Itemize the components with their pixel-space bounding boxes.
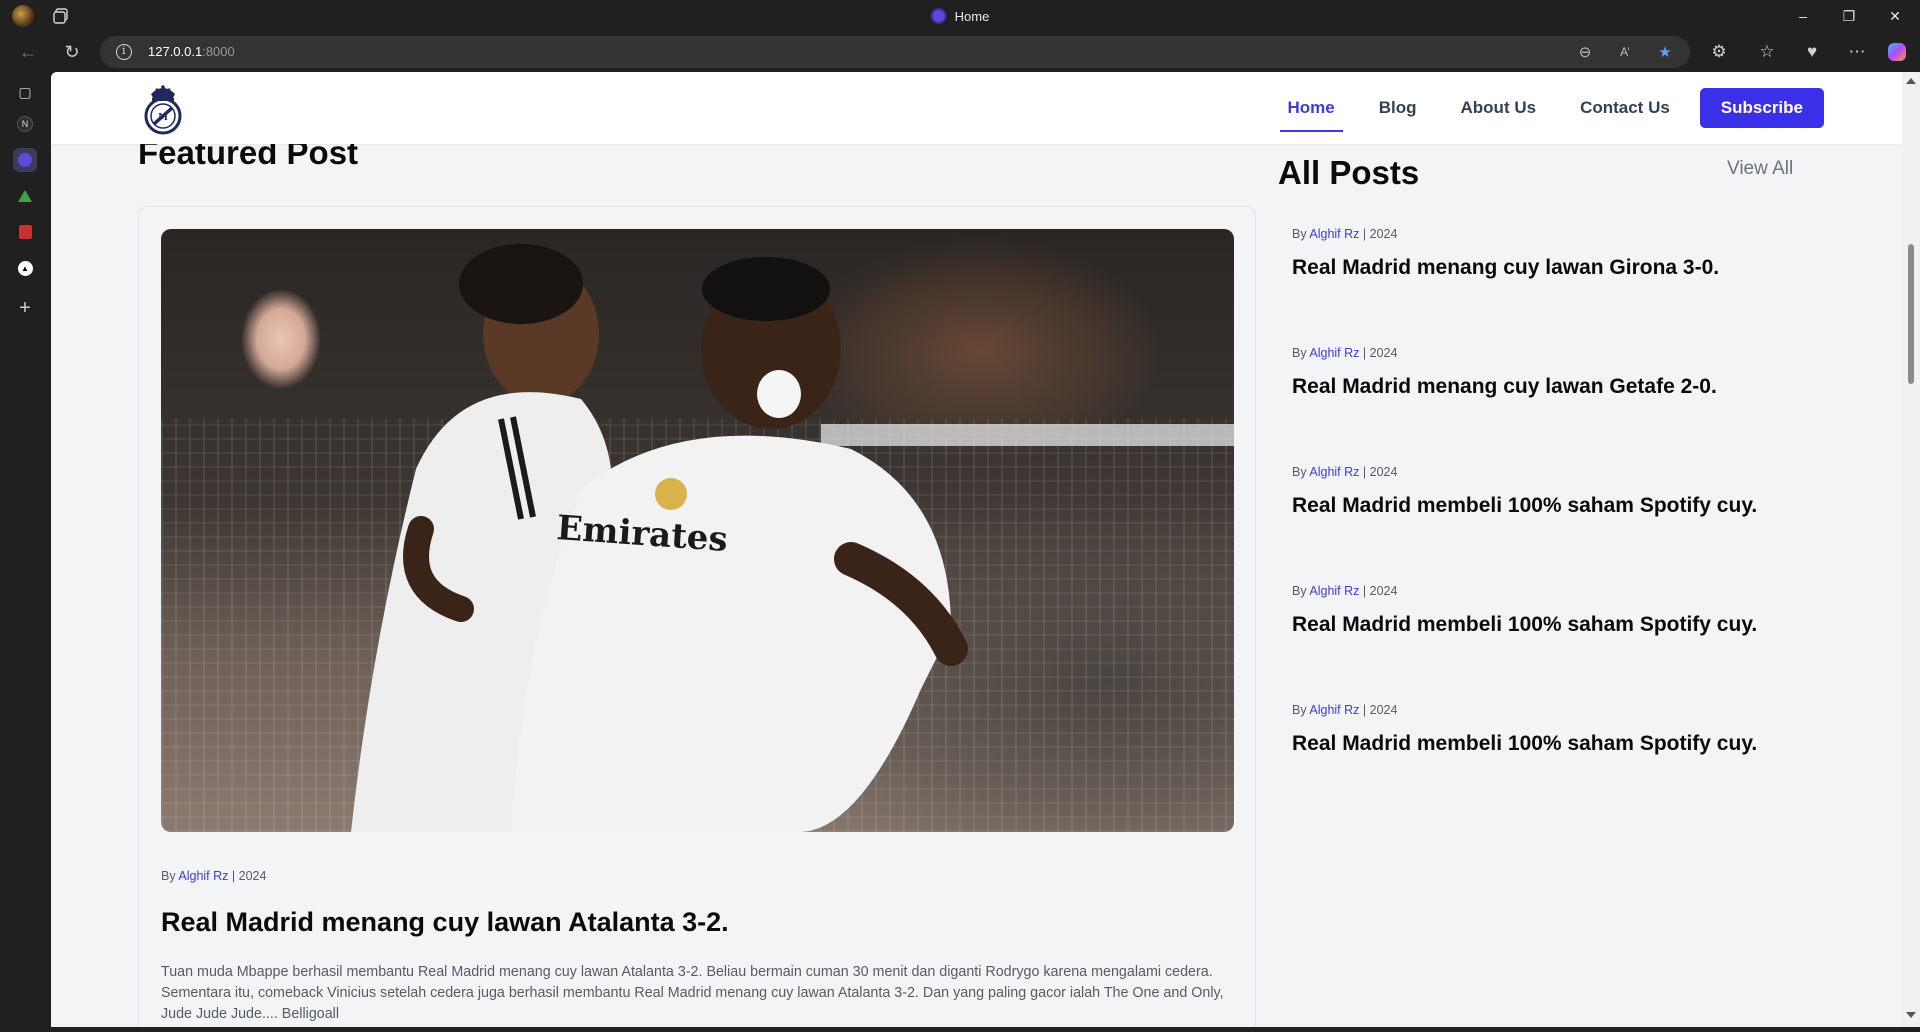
tab-favicon-icon bbox=[930, 8, 947, 24]
back-arrow-icon[interactable]: ← bbox=[16, 40, 40, 64]
minimize-button[interactable]: – bbox=[1780, 0, 1826, 32]
author-link[interactable]: Alghif Rz bbox=[178, 869, 228, 883]
favorites-icon[interactable]: ☆ bbox=[1755, 40, 1779, 64]
sidebar-tab-pdf-icon[interactable] bbox=[13, 220, 37, 244]
meta-separator: | bbox=[1362, 465, 1367, 479]
page-viewport: M Home Blog About Us Contact Us Subscrib… bbox=[51, 72, 1902, 1027]
real-madrid-logo[interactable]: M bbox=[141, 80, 185, 136]
browser-essentials-icon[interactable]: ♥ bbox=[1800, 40, 1824, 64]
address-bar[interactable]: 127.0.0.1:8000 ⊖ A’ ★ bbox=[100, 36, 1690, 68]
post-title[interactable]: Real Madrid menang cuy lawan Girona 3-0. bbox=[1292, 256, 1852, 280]
byline-label: By bbox=[1292, 703, 1307, 717]
sidebar-tab-drive-icon[interactable] bbox=[13, 184, 37, 208]
nav-about-link[interactable]: About Us bbox=[1457, 90, 1541, 126]
post-title[interactable]: Real Madrid menang cuy lawan Getafe 2-0. bbox=[1292, 375, 1852, 399]
site-info-icon[interactable] bbox=[116, 44, 132, 60]
author-link[interactable]: Alghif Rz bbox=[1309, 346, 1359, 360]
post-year: 2024 bbox=[1369, 584, 1398, 598]
copilot-icon[interactable] bbox=[1885, 40, 1909, 64]
post-title[interactable]: Real Madrid membeli 100% saham Spotify c… bbox=[1292, 732, 1852, 756]
browser-title-bar: Home – ❐ ✕ bbox=[0, 0, 1920, 32]
byline-label: By bbox=[1292, 227, 1307, 241]
featured-post-excerpt: Tuan muda Mbappe berhasil membantu Real … bbox=[161, 964, 1224, 1022]
browser-toolbar: ← ↻ 127.0.0.1:8000 ⊖ A’ ★ ⚙ ☆ ♥ ⋯ bbox=[0, 32, 1920, 72]
featured-post-meta: By Alghif Rz | 2024 bbox=[161, 869, 266, 883]
workspaces-icon[interactable] bbox=[52, 7, 70, 25]
all-posts-heading: All Posts bbox=[1278, 154, 1420, 191]
post-year: 2024 bbox=[1369, 703, 1398, 717]
post-meta: By Alghif Rz | 2024 bbox=[1292, 703, 1852, 717]
meta-separator: | bbox=[1362, 584, 1367, 598]
sidebar-tab-app-icon[interactable]: ▲ bbox=[13, 256, 37, 280]
post-meta: By Alghif Rz | 2024 bbox=[1292, 227, 1852, 241]
byline-label: By bbox=[1292, 346, 1307, 360]
zoom-out-icon[interactable]: ⊖ bbox=[1575, 42, 1595, 62]
featured-post-title[interactable]: Real Madrid menang cuy lawan Atalanta 3-… bbox=[161, 907, 729, 938]
browser-sidebar: ▢ N ▲ + bbox=[0, 72, 50, 1032]
featured-post-image[interactable]: Emirates bbox=[161, 229, 1234, 832]
page-scrollbar[interactable] bbox=[1902, 72, 1920, 1027]
list-item[interactable]: By Alghif Rz | 2024 Real Madrid menang c… bbox=[1292, 346, 1852, 399]
sidebar-tab-home-icon[interactable] bbox=[13, 148, 37, 172]
players-celebrating-graphic: Emirates bbox=[351, 244, 968, 832]
author-link[interactable]: Alghif Rz bbox=[1309, 584, 1359, 598]
post-title[interactable]: Real Madrid membeli 100% saham Spotify c… bbox=[1292, 494, 1852, 518]
author-link[interactable]: Alghif Rz bbox=[1309, 703, 1359, 717]
author-link[interactable]: Alghif Rz bbox=[1309, 227, 1359, 241]
scroll-down-arrow-icon[interactable] bbox=[1906, 1012, 1916, 1018]
site-header: M Home Blog About Us Contact Us Subscrib… bbox=[51, 72, 1902, 144]
byline-label: By bbox=[1292, 584, 1307, 598]
post-year: 2024 bbox=[238, 869, 267, 883]
tab-actions-icon[interactable]: ▢ bbox=[13, 80, 37, 104]
tab-title: Home bbox=[954, 8, 990, 24]
post-year: 2024 bbox=[1369, 227, 1398, 241]
restore-button[interactable]: ❐ bbox=[1826, 0, 1872, 32]
post-title[interactable]: Real Madrid membeli 100% saham Spotify c… bbox=[1292, 613, 1852, 637]
main-nav: Home Blog About Us Contact Us Subscribe bbox=[1248, 88, 1824, 132]
nav-home-link[interactable]: Home bbox=[1279, 90, 1343, 132]
scroll-up-arrow-icon[interactable] bbox=[1906, 78, 1916, 84]
nav-blog-link[interactable]: Blog bbox=[1375, 90, 1421, 126]
meta-separator: | bbox=[231, 869, 236, 883]
sidebar-tab-notion-icon[interactable]: N bbox=[13, 112, 37, 136]
post-meta: By Alghif Rz | 2024 bbox=[1292, 346, 1852, 360]
meta-separator: | bbox=[1362, 346, 1367, 360]
favorite-star-icon[interactable]: ★ bbox=[1655, 42, 1675, 62]
view-all-link[interactable]: View All bbox=[1727, 158, 1793, 180]
list-item[interactable]: By Alghif Rz | 2024 Real Madrid membeli … bbox=[1292, 465, 1852, 518]
svg-text:M: M bbox=[158, 113, 168, 123]
list-item[interactable]: By Alghif Rz | 2024 Real Madrid menang c… bbox=[1292, 227, 1852, 280]
post-year: 2024 bbox=[1369, 465, 1398, 479]
subscribe-button[interactable]: Subscribe bbox=[1699, 88, 1824, 128]
author-link[interactable]: Alghif Rz bbox=[1309, 465, 1359, 479]
extensions-icon[interactable]: ⚙ bbox=[1707, 40, 1731, 64]
profile-avatar[interactable] bbox=[12, 5, 34, 27]
more-options-icon[interactable]: ⋯ bbox=[1845, 40, 1869, 64]
new-tab-plus-icon[interactable]: + bbox=[13, 296, 37, 320]
byline-label: By bbox=[1292, 465, 1307, 479]
url-text[interactable]: 127.0.0.1:8000 bbox=[148, 44, 235, 59]
byline-label: By bbox=[161, 869, 176, 883]
active-tab[interactable]: Home bbox=[930, 8, 990, 24]
post-meta: By Alghif Rz | 2024 bbox=[1292, 465, 1852, 479]
post-year: 2024 bbox=[1369, 346, 1398, 360]
featured-post-card[interactable]: Emirates By Alghif Rz | 2024 Real Madrid… bbox=[138, 206, 1256, 1027]
list-item[interactable]: By Alghif Rz | 2024 Real Madrid membeli … bbox=[1292, 584, 1852, 637]
post-meta: By Alghif Rz | 2024 bbox=[1292, 584, 1852, 598]
meta-separator: | bbox=[1362, 703, 1367, 717]
nav-contact-link[interactable]: Contact Us bbox=[1576, 90, 1674, 126]
list-item[interactable]: By Alghif Rz | 2024 Real Madrid membeli … bbox=[1292, 703, 1852, 756]
refresh-icon[interactable]: ↻ bbox=[60, 40, 84, 64]
close-window-button[interactable]: ✕ bbox=[1872, 0, 1918, 32]
meta-separator: | bbox=[1362, 227, 1367, 241]
read-aloud-icon[interactable]: A’ bbox=[1615, 42, 1635, 62]
scroll-thumb[interactable] bbox=[1908, 244, 1914, 384]
